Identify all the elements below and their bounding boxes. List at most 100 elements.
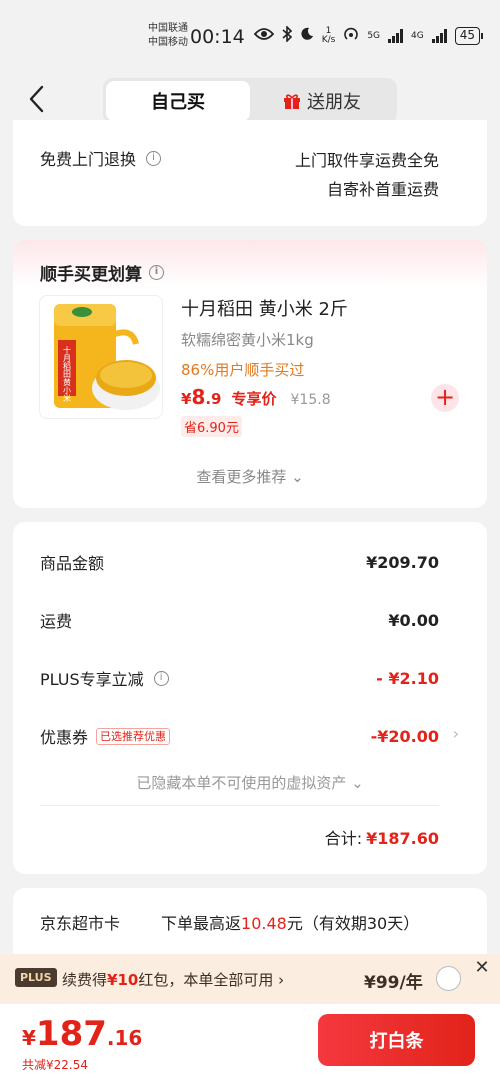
return-service-label: 免费上门退换 bbox=[40, 150, 137, 169]
network-2-label: 4G bbox=[411, 30, 424, 41]
order-summary-card: 商品金额 ¥209.70 运费 ¥0.00 PLUS专享立减 i - ¥2.10… bbox=[13, 522, 487, 874]
product-name[interactable]: 十月稻田 黄小米 2斤 bbox=[181, 295, 348, 321]
signal-1-icon bbox=[388, 29, 404, 43]
summary-label-group: 优惠券 已选推荐优惠 bbox=[40, 724, 171, 748]
tab-gift-to-friend[interactable]: 送朋友 bbox=[250, 81, 394, 121]
total-value: ¥187.60 bbox=[366, 829, 439, 848]
price-integer: 8 bbox=[191, 385, 206, 409]
tab-gift-to-friend-label: 送朋友 bbox=[307, 92, 361, 113]
summary-row-goods: 商品金额 ¥209.70 bbox=[40, 550, 439, 574]
hidden-assets-toggle[interactable]: 已隐藏本单不可使用的虚拟资产 ⌄ bbox=[13, 772, 487, 793]
return-service-line-1: 上门取件享运费全免 bbox=[294, 151, 439, 170]
status-icons: 1 K/s 5G 4G 45 bbox=[253, 25, 484, 46]
back-arrow-icon[interactable] bbox=[24, 84, 54, 114]
close-icon[interactable]: ✕ bbox=[470, 956, 494, 980]
final-price: ¥ 187 .16 bbox=[22, 1014, 142, 1054]
coupon-badge: 已选推荐优惠 bbox=[96, 727, 171, 745]
tab-buy-for-self[interactable]: 自己买 bbox=[106, 81, 250, 121]
plus-text-post: 红包，本单全部可用 bbox=[138, 971, 274, 989]
total-discount-note[interactable]: 共减¥22.54 bbox=[22, 1056, 88, 1073]
plus-icon: + bbox=[434, 383, 456, 411]
product-image[interactable]: 十月稻田黄小米 bbox=[39, 295, 163, 419]
plus-text-pre: 续费得 bbox=[62, 971, 108, 989]
divider bbox=[40, 805, 439, 806]
hidden-assets-label: 已隐藏本单不可使用的虚拟资产 bbox=[136, 774, 347, 792]
summary-row-coupon[interactable]: 优惠券 已选推荐优惠 -¥20.00 bbox=[40, 724, 439, 748]
status-bar: 中国联通 中国移动 00:14 1 K/s 5G 4G 45 bbox=[0, 0, 500, 72]
summary-label: 商品金额 bbox=[40, 554, 105, 573]
bluetooth-icon bbox=[282, 25, 292, 46]
plus-renewal-text: 续费得¥10红包，本单全部可用 › bbox=[62, 969, 284, 990]
network-1-label: 5G bbox=[367, 30, 381, 41]
price-decimal: .9 bbox=[205, 390, 222, 408]
summary-value: -¥20.00 bbox=[370, 726, 439, 746]
summary-label: PLUS专享立减 bbox=[40, 670, 144, 689]
price-currency: ¥ bbox=[181, 390, 192, 408]
carrier-names: 中国联通 中国移动 bbox=[148, 22, 188, 50]
original-price: ¥15.8 bbox=[290, 392, 331, 408]
hotspot-icon bbox=[343, 26, 359, 46]
supermarket-card-amount: 10.48 bbox=[241, 914, 287, 933]
summary-value: - ¥2.10 bbox=[376, 668, 439, 688]
addon-title: 顺手买更划算 bbox=[40, 265, 142, 285]
final-price-currency: ¥ bbox=[22, 1026, 36, 1050]
summary-label: 优惠券 bbox=[40, 728, 89, 747]
chevron-down-icon: ⌄ bbox=[291, 468, 304, 486]
purchase-mode-switch: 自己买 送朋友 bbox=[103, 78, 397, 124]
supermarket-card-label: 京东超市卡 bbox=[40, 914, 121, 933]
supermarket-card-text: 下单最高返10.48元（有效期30天） bbox=[161, 910, 419, 934]
pay-button[interactable]: 打白条 bbox=[318, 1014, 475, 1066]
more-recommendations-label: 查看更多推荐 bbox=[196, 468, 287, 486]
pay-button-label: 打白条 bbox=[369, 1031, 424, 1052]
add-to-order-button[interactable]: + bbox=[431, 384, 459, 412]
summary-label-group: PLUS专享立减 i bbox=[40, 666, 169, 690]
info-icon[interactable]: i bbox=[153, 670, 169, 686]
net-speed-unit: K/s bbox=[321, 35, 336, 45]
final-price-decimal: .16 bbox=[106, 1026, 143, 1050]
carrier-2: 中国移动 bbox=[148, 37, 188, 48]
exclusive-price-label: 专享价 bbox=[231, 390, 277, 408]
return-service-card: 免费上门退换 i 上门取件享运费全免 自寄补首重运费 bbox=[13, 120, 487, 226]
tab-buy-for-self-label: 自己买 bbox=[151, 92, 205, 113]
addon-title-group: 顺手买更划算 i bbox=[40, 260, 164, 285]
net-speed: 1 K/s bbox=[322, 27, 336, 45]
savings-badge: 省6.90元 bbox=[181, 416, 242, 437]
product-popularity-tag: 86%用户顺手买过 bbox=[181, 361, 305, 379]
plus-red-amount: ¥10 bbox=[107, 971, 139, 989]
info-icon[interactable]: i bbox=[146, 150, 162, 166]
return-service-label-group: 免费上门退换 i bbox=[40, 146, 162, 170]
carrier-1: 中国联通 bbox=[148, 23, 188, 34]
summary-value: ¥209.70 bbox=[366, 552, 439, 572]
info-icon[interactable]: i bbox=[149, 265, 164, 280]
summary-row-plus-discount: PLUS专享立减 i - ¥2.10 bbox=[40, 666, 439, 690]
supermarket-card-text-post: 元（有效期30天） bbox=[286, 914, 420, 933]
battery-indicator: 45 bbox=[454, 27, 484, 45]
addon-recommendation-card: 顺手买更划算 i 十月稻田黄小米 十月稻田 黄小米 2斤 软糯绵密黄小米1kg … bbox=[13, 240, 487, 508]
more-recommendations-link[interactable]: 查看更多推荐 ⌄ bbox=[13, 466, 487, 487]
chevron-down-icon: ⌄ bbox=[351, 774, 364, 792]
chevron-right-icon: › bbox=[278, 971, 285, 989]
plus-logo: PLUS bbox=[15, 968, 57, 987]
return-service-line-2: 自寄补首重运费 bbox=[326, 180, 439, 199]
final-price-integer: 187 bbox=[35, 1014, 107, 1054]
return-service-detail: 上门取件享运费全免 自寄补首重运费 bbox=[295, 146, 439, 204]
plus-renewal-banner[interactable]: PLUS 续费得¥10红包，本单全部可用 › ¥99/年 ✕ bbox=[0, 954, 500, 1004]
product-price-row: ¥ 8 .9 专享价 ¥15.8 bbox=[181, 385, 331, 409]
summary-label: 运费 bbox=[40, 612, 73, 631]
moon-icon bbox=[300, 27, 314, 45]
checkout-bar: ¥ 187 .16 共减¥22.54 打白条 bbox=[0, 1004, 500, 1083]
clock: 00:14 bbox=[190, 26, 245, 48]
summary-row-shipping: 运费 ¥0.00 bbox=[40, 608, 439, 632]
product-subtitle: 软糯绵密黄小米1kg bbox=[181, 331, 314, 349]
plus-price: ¥99/年 bbox=[364, 973, 423, 993]
supermarket-card-text-pre: 下单最高返 bbox=[161, 914, 242, 933]
chevron-right-icon[interactable]: › bbox=[453, 724, 459, 743]
signal-2-icon bbox=[431, 29, 447, 43]
total-label: 合计: bbox=[324, 829, 363, 848]
plus-select-radio[interactable] bbox=[436, 966, 461, 991]
order-total: 合计: ¥187.60 bbox=[325, 825, 439, 849]
summary-value: ¥0.00 bbox=[388, 610, 439, 630]
gift-icon bbox=[283, 92, 301, 110]
eye-icon bbox=[253, 27, 274, 45]
package-text: 十月稻田黄小米 bbox=[63, 345, 72, 403]
